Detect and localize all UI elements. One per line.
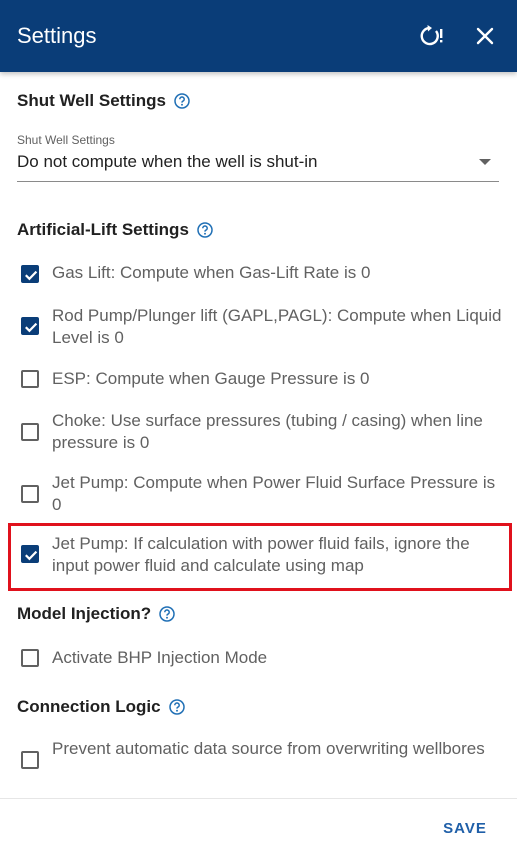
check-icon bbox=[25, 270, 38, 281]
close-button[interactable] bbox=[469, 20, 501, 52]
close-icon bbox=[476, 27, 494, 45]
help-icon[interactable] bbox=[197, 222, 213, 238]
reset-icon bbox=[420, 25, 443, 46]
dropdown-arrow-icon[interactable] bbox=[479, 159, 491, 165]
save-button[interactable]: SAVE bbox=[430, 813, 500, 843]
shut-well-section-title: Shut Well Settings bbox=[17, 90, 190, 112]
select-value[interactable]: Do not compute when the well is shut-in bbox=[17, 151, 318, 173]
checkbox-label: Jet Pump: Compute when Power Fluid Surfa… bbox=[52, 473, 496, 514]
artificial-lift-title-text: Artificial-Lift Settings bbox=[17, 220, 189, 239]
reset-button[interactable] bbox=[416, 20, 448, 52]
select-underline bbox=[17, 181, 499, 182]
shut-well-title-text: Shut Well Settings bbox=[17, 91, 166, 110]
connection-logic-section-title: Connection Logic bbox=[17, 696, 185, 718]
checkbox-label: Gas Lift: Compute when Gas-Lift Rate is … bbox=[52, 263, 371, 282]
checkbox-checked[interactable] bbox=[21, 317, 39, 335]
select-label: Shut Well Settings bbox=[17, 133, 115, 147]
checkbox-label: Prevent automatic data source from overw… bbox=[52, 739, 485, 758]
checkbox-label: Choke: Use surface pressures (tubing / c… bbox=[52, 411, 483, 452]
checkbox-unchecked[interactable] bbox=[21, 751, 39, 769]
checkbox-label: Rod Pump/Plunger lift (GAPL,PAGL): Compu… bbox=[52, 306, 502, 347]
connection-logic-title-text: Connection Logic bbox=[17, 697, 161, 716]
help-icon[interactable] bbox=[174, 93, 190, 109]
checkbox-label: Jet Pump: If calculation with power flui… bbox=[52, 534, 470, 575]
checkbox-unchecked[interactable] bbox=[21, 649, 39, 667]
model-injection-section-title: Model Injection? bbox=[17, 603, 175, 625]
checkbox-checked[interactable] bbox=[21, 545, 39, 563]
footer-divider bbox=[0, 798, 517, 799]
check-icon bbox=[25, 322, 38, 333]
help-icon[interactable] bbox=[159, 606, 175, 622]
checkbox-unchecked[interactable] bbox=[21, 423, 39, 441]
dialog-header: Settings bbox=[0, 0, 517, 72]
model-injection-title-text: Model Injection? bbox=[17, 604, 152, 623]
checkbox-unchecked[interactable] bbox=[21, 370, 39, 388]
dialog-title: Settings bbox=[17, 23, 97, 48]
artificial-lift-section-title: Artificial-Lift Settings bbox=[17, 219, 213, 241]
checkbox-label: Activate BHP Injection Mode bbox=[52, 648, 268, 667]
checkbox-checked[interactable] bbox=[21, 265, 39, 283]
checkbox-label: ESP: Compute when Gauge Pressure is 0 bbox=[52, 369, 370, 388]
help-icon[interactable] bbox=[168, 699, 185, 715]
check-icon bbox=[25, 550, 38, 561]
checkbox-unchecked[interactable] bbox=[21, 485, 39, 503]
